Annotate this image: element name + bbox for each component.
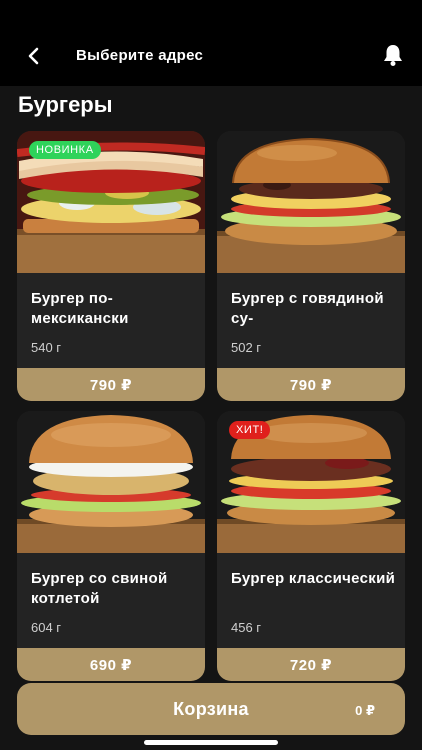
product-name: Бургер по-мексикански (31, 290, 129, 327)
address-selector[interactable]: Выберите адрес (76, 47, 203, 64)
home-indicator (144, 740, 278, 745)
product-card[interactable]: Бургер со свиной котлетой 604 г 690 ₽ (17, 411, 205, 681)
product-weight: 456 г (231, 620, 262, 635)
product-card[interactable]: ХИТ! Бургер классический 456 г 720 ₽ (217, 411, 405, 681)
cart-button[interactable]: Корзина 0 ₽ (17, 683, 405, 735)
chevron-left-icon[interactable] (24, 46, 44, 66)
price-button[interactable]: 790 ₽ (17, 368, 205, 401)
product-card[interactable]: Бургер с говядиной су- 502 г 790 ₽ (217, 131, 405, 401)
product-weight: 540 г (31, 340, 62, 355)
product-name: Бургер классический (231, 570, 396, 587)
new-badge: НОВИНКА (29, 141, 101, 159)
top-bar: Выберите адрес (0, 0, 422, 86)
product-image (217, 131, 405, 273)
product-weight: 604 г (31, 620, 62, 635)
product-card[interactable]: НОВИНКА Бургер по-мексикански 540 г 790 … (17, 131, 205, 401)
price-button[interactable]: 690 ₽ (17, 648, 205, 681)
hit-badge: ХИТ! (229, 421, 271, 439)
cart-total: 0 ₽ (355, 703, 375, 718)
product-name: Бургер со свиной котлетой (31, 570, 168, 607)
price-button[interactable]: 790 ₽ (217, 368, 405, 401)
product-weight: 502 г (231, 340, 262, 355)
product-name: Бургер с говядиной су- (231, 290, 384, 327)
cart-label: Корзина (173, 699, 249, 719)
section-title: Бургеры (18, 92, 113, 117)
bell-icon[interactable] (380, 42, 406, 68)
price-button[interactable]: 720 ₽ (217, 648, 405, 681)
product-image (17, 411, 205, 553)
